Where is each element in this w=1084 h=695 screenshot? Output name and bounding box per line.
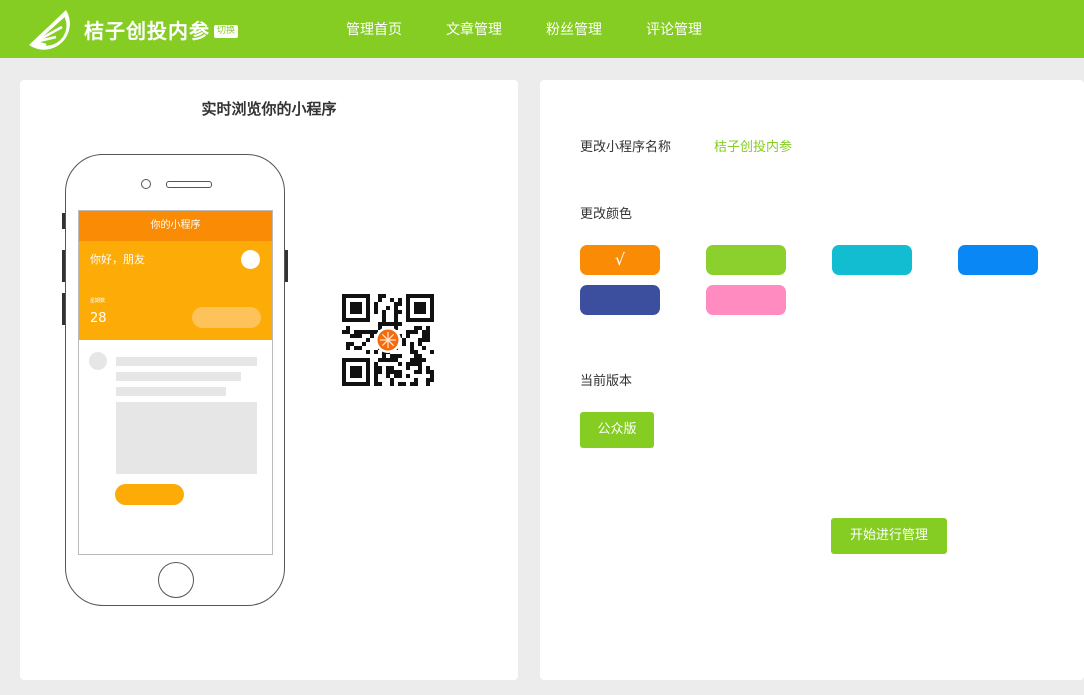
phone-screen: 你的小程序 你好，朋友 星期数 28 [78, 210, 273, 555]
phone-speaker [166, 181, 212, 188]
skeleton-line [116, 357, 257, 366]
mini-program-titlebar: 你的小程序 [79, 211, 272, 241]
mini-stat-value: 28 [90, 311, 107, 326]
nav-fans[interactable]: 粉丝管理 [546, 19, 602, 39]
mini-action-button[interactable] [115, 484, 184, 505]
color-swatch-green[interactable] [706, 245, 786, 275]
nav-comments[interactable]: 评论管理 [646, 19, 702, 39]
top-header: 桔子创投内参 切换 管理首页 文章管理 粉丝管理 评论管理 [0, 0, 1084, 58]
nav-articles[interactable]: 文章管理 [446, 19, 502, 39]
switch-badge[interactable]: 切换 [214, 25, 239, 38]
skeleton-avatar [89, 352, 107, 370]
mini-program-hero: 你好，朋友 星期数 28 [79, 241, 272, 340]
qr-code-icon [342, 294, 434, 386]
color-swatch-cyan[interactable] [832, 245, 912, 275]
preview-title: 实时浏览你的小程序 [201, 100, 337, 118]
phone-volume-down [62, 293, 65, 325]
name-label: 更改小程序名称 [580, 140, 672, 155]
mini-hero-pill [192, 307, 261, 328]
color-swatch-pink[interactable] [706, 285, 786, 315]
start-manage-button[interactable]: 开始进行管理 [831, 518, 947, 554]
phone-camera [141, 179, 151, 189]
brand-name: 桔子创投内参 [84, 19, 210, 43]
program-name-value[interactable]: 桔子创投内参 [714, 136, 792, 155]
color-swatch-orange[interactable]: √ [580, 245, 660, 275]
color-label: 更改颜色 [580, 207, 633, 222]
color-swatch-blue[interactable] [958, 245, 1038, 275]
nav-home[interactable]: 管理首页 [346, 19, 402, 39]
mini-avatar [241, 250, 260, 269]
phone-home-button [158, 562, 194, 598]
skeleton-image [116, 402, 257, 474]
orange-slice-logo-icon [29, 10, 70, 50]
phone-power-button [285, 250, 288, 282]
skeleton-line [116, 387, 226, 396]
phone-mute-switch [62, 213, 65, 229]
mini-stat-label: 星期数 [90, 298, 106, 304]
check-icon: √ [614, 250, 626, 269]
phone-volume-up [62, 250, 65, 282]
preview-panel: 实时浏览你的小程序 你的小程序 你好，朋友 星期数 28 [20, 80, 518, 680]
color-swatch-indigo[interactable] [580, 285, 660, 315]
version-button[interactable]: 公众版 [580, 412, 654, 448]
phone-mockup: 你的小程序 你好，朋友 星期数 28 [62, 154, 288, 606]
version-label: 当前版本 [580, 374, 633, 389]
mini-greeting: 你好，朋友 [90, 253, 145, 266]
settings-panel: 更改小程序名称 桔子创投内参 更改颜色 √ 当前版本 公众版 开始进行管理 [540, 80, 1084, 680]
skeleton-line [116, 372, 241, 381]
